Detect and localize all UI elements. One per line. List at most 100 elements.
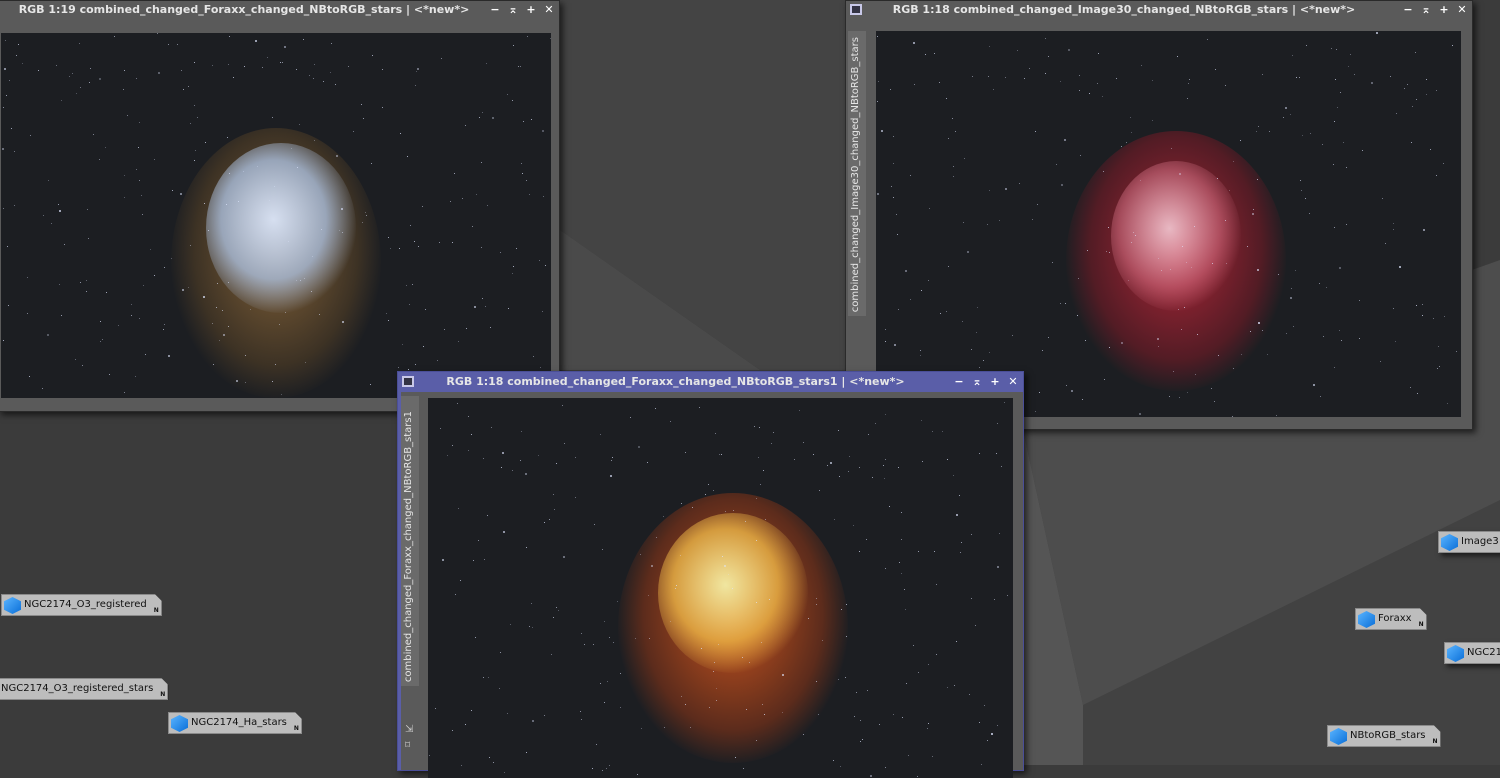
desktop-icon-ngc2174-ha-stars[interactable]: NGC2174_Ha_starsN [168, 712, 302, 734]
image-window-image30[interactable]: RGB 1:18 combined_changed_Image30_change… [845, 0, 1473, 430]
window-titlebar[interactable]: RGB 1:18 combined_changed_Foraxx_changed… [398, 372, 1023, 392]
image-window-foraxx-stars1[interactable]: RGB 1:18 combined_changed_Foraxx_changed… [397, 371, 1024, 771]
star [1456, 351, 1457, 352]
desktop-icon-ngc2174-o3-registered[interactable]: NGC2174_O3_registeredN [1, 594, 162, 616]
star [526, 752, 527, 753]
star [1416, 99, 1417, 100]
close-button[interactable]: ✕ [1456, 1, 1468, 19]
star [93, 134, 94, 135]
star [1256, 131, 1257, 132]
star [1339, 330, 1340, 331]
star [139, 318, 140, 319]
star [808, 618, 809, 619]
star [372, 55, 373, 56]
zoom-fit-icon[interactable]: ⌑ [405, 740, 410, 751]
minimize-button[interactable]: − [489, 1, 501, 19]
star [272, 117, 273, 118]
star [1152, 120, 1153, 121]
star [1116, 78, 1117, 79]
star [341, 208, 343, 210]
minimize-button[interactable]: − [1402, 1, 1414, 19]
minimize-button[interactable]: − [953, 372, 965, 392]
shade-button[interactable]: ⌅ [971, 372, 983, 392]
star [885, 341, 886, 342]
desktop-icon-ngc2174-o3-registered-stars[interactable]: NGC2174_O3_registered_starsN [0, 678, 168, 700]
star [281, 394, 282, 395]
star [611, 460, 612, 461]
star [1232, 416, 1233, 417]
desktop-icon-image3[interactable]: Image3 [1438, 531, 1500, 553]
star [1309, 213, 1310, 214]
star [127, 115, 128, 116]
close-button[interactable]: ✕ [1007, 372, 1019, 392]
shade-button[interactable]: ⌅ [507, 1, 519, 19]
star [1302, 135, 1303, 136]
image-canvas[interactable] [1, 33, 551, 398]
star [1290, 114, 1291, 115]
star [47, 334, 49, 336]
shade-button[interactable]: ⌅ [1420, 1, 1432, 19]
star [860, 741, 861, 742]
star [699, 407, 700, 408]
star [487, 205, 488, 206]
star [529, 626, 530, 627]
image-canvas[interactable] [876, 31, 1461, 417]
star [994, 599, 995, 600]
star [43, 215, 44, 216]
star [1333, 164, 1334, 165]
star [483, 458, 484, 459]
star [429, 755, 430, 756]
maximize-button[interactable]: + [989, 372, 1001, 392]
star [442, 559, 444, 561]
window-titlebar[interactable]: RGB 1:18 combined_changed_Image30_change… [846, 1, 1472, 19]
star [927, 728, 928, 729]
star [680, 555, 681, 556]
star [1068, 49, 1070, 51]
star [521, 163, 522, 164]
star [961, 542, 962, 543]
star [1017, 50, 1018, 51]
maximize-button[interactable]: + [1438, 1, 1450, 19]
star [604, 621, 605, 622]
star [1415, 52, 1416, 53]
view-selector-tab[interactable]: combined_changed_Image30_changed_NBtoRGB… [848, 31, 866, 316]
star [1319, 283, 1320, 284]
star [219, 340, 220, 341]
desktop-icon-nbtorgb-stars[interactable]: NBtoRGB_starsN [1327, 725, 1441, 747]
star [960, 552, 961, 553]
image-canvas[interactable] [428, 398, 1013, 778]
star [1225, 220, 1226, 221]
star [223, 334, 225, 336]
star [866, 539, 867, 540]
star [860, 720, 861, 721]
star [883, 465, 884, 466]
close-button[interactable]: ✕ [543, 1, 555, 19]
star [492, 117, 494, 119]
star [194, 62, 195, 63]
fit-view-icon[interactable]: ⇲ [405, 724, 413, 735]
star [143, 285, 144, 286]
star [7, 246, 8, 247]
star [520, 460, 521, 461]
star [890, 89, 891, 90]
star [1337, 107, 1338, 108]
view-selector-tab[interactable]: combined_changed_Foraxx_changed_NBtoRGB_… [401, 396, 419, 686]
maximize-button[interactable]: + [525, 1, 537, 19]
star [952, 118, 953, 119]
star [418, 246, 419, 247]
star [1082, 399, 1083, 400]
star [838, 430, 839, 431]
image-window-foraxx[interactable]: RGB 1:19 combined_changed_Foraxx_changed… [0, 0, 560, 412]
star [99, 78, 101, 80]
star [526, 547, 527, 548]
desktop-icon-ngc21-fits[interactable]: NGC21 [1444, 642, 1500, 664]
window-titlebar[interactable]: RGB 1:19 combined_changed_Foraxx_changed… [0, 1, 559, 19]
star [398, 367, 399, 368]
star [849, 456, 850, 457]
desktop-icon-foraxx[interactable]: ForaxxN [1355, 608, 1427, 630]
star [255, 40, 257, 42]
star [868, 434, 869, 435]
star [1426, 79, 1427, 80]
star [228, 64, 229, 65]
star [1334, 121, 1335, 122]
